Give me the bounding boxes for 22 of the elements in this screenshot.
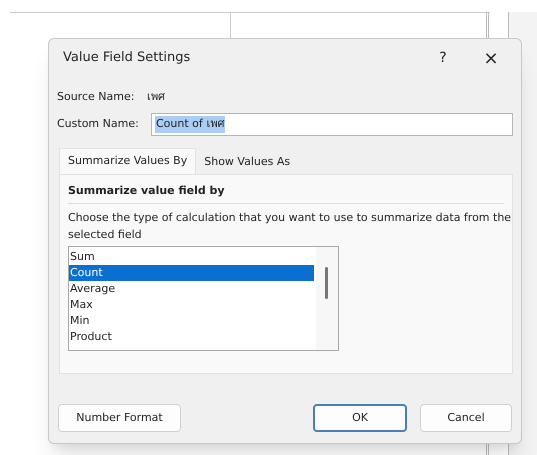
dialog-title: Value Field Settings [63,49,192,68]
list-item[interactable]: Min [69,312,314,328]
close-button[interactable]: × [469,44,513,72]
list-item[interactable]: Product [69,328,314,344]
panel-heading: Summarize value field by [68,183,504,204]
dialog-button[interactable]: Cancel [420,404,512,432]
dialog-button[interactable]: Number Format [58,404,181,432]
scrollbar[interactable] [316,246,338,350]
function-list[interactable]: Sum Count Average Max Min Product [68,246,339,350]
list-item[interactable]: Count [69,264,314,280]
tab[interactable]: Summarize Values By [59,148,196,174]
panel-description: Choose the type of calculation that you want to use to summarize data from the selected field [68,210,512,242]
source-name-value: เพศ [147,88,165,105]
scrollbar-thumb[interactable] [325,266,328,298]
list-item[interactable]: Average [69,280,314,296]
field-label: Custom Name: [57,116,140,132]
field-label: Source Name: [57,88,136,105]
list-item[interactable]: Sum [69,248,314,264]
help-button[interactable]: ? [423,44,463,72]
custom-name-field[interactable]: Count of เพศ [151,113,513,136]
list-item[interactable]: Max [69,296,314,312]
dialog-button[interactable]: OK [313,404,407,432]
